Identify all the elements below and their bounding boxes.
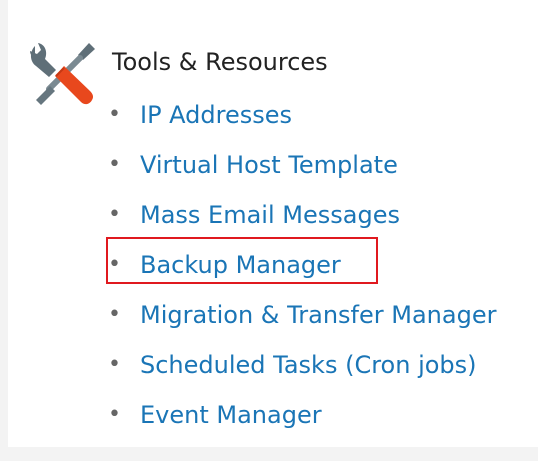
virtual-host-template-link[interactable]: Virtual Host Template	[140, 147, 398, 183]
tools-icon	[30, 43, 95, 105]
tools-resources-panel: Tools & Resources • IP Addresses • Virtu…	[8, 0, 538, 447]
mass-email-messages-link[interactable]: Mass Email Messages	[140, 197, 400, 233]
ip-addresses-link[interactable]: IP Addresses	[140, 97, 292, 133]
migration-transfer-manager-link[interactable]: Migration & Transfer Manager	[140, 297, 496, 333]
backup-manager-link[interactable]: Backup Manager	[140, 247, 341, 283]
bullet-icon: •	[108, 102, 121, 127]
bullet-icon: •	[108, 252, 121, 277]
scheduled-tasks-link[interactable]: Scheduled Tasks (Cron jobs)	[140, 347, 477, 383]
event-manager-link[interactable]: Event Manager	[140, 397, 322, 433]
bullet-icon: •	[108, 202, 121, 227]
bullet-icon: •	[108, 152, 121, 177]
bullet-icon: •	[108, 302, 121, 327]
section-title: Tools & Resources	[112, 48, 328, 76]
bullet-icon: •	[108, 352, 121, 377]
bullet-icon: •	[108, 402, 121, 427]
